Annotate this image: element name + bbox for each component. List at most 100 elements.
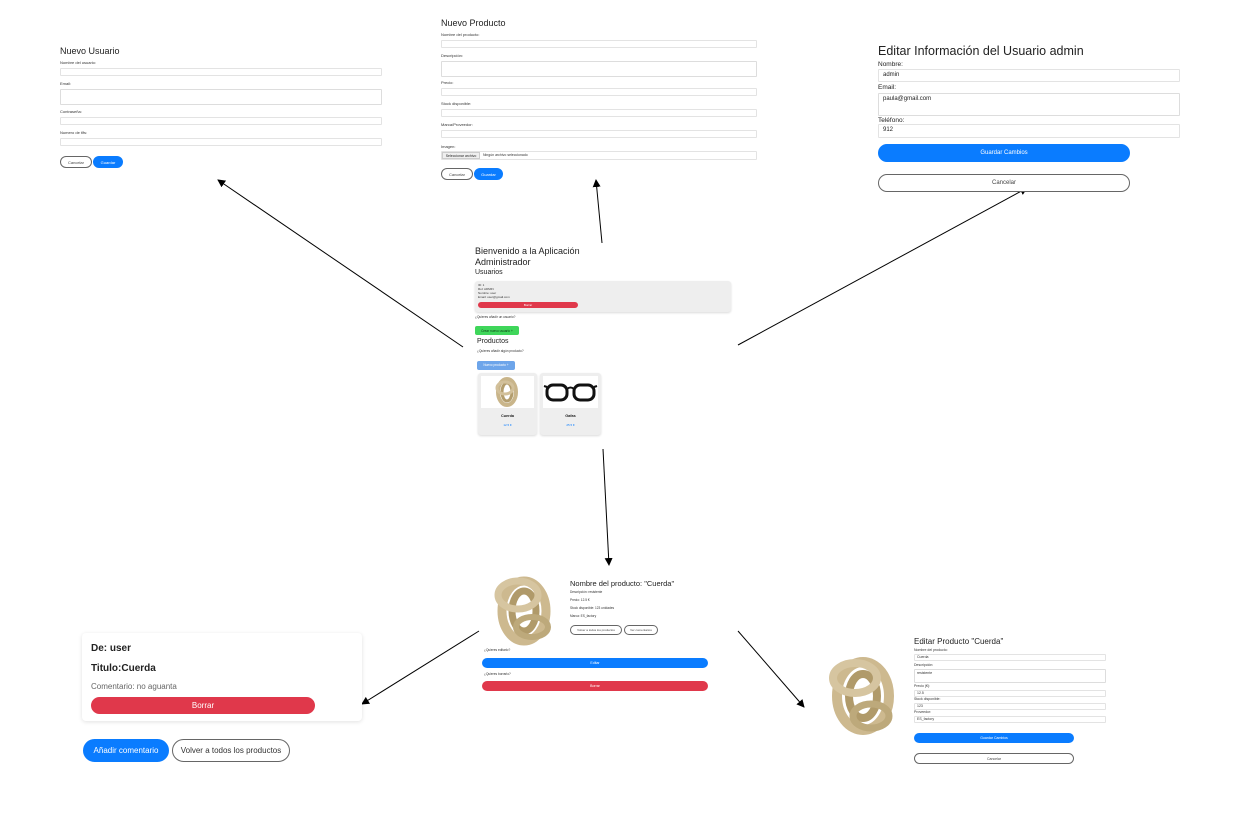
price-input[interactable]: [914, 690, 1106, 697]
product-name: Cuerda: [500, 414, 515, 418]
add-product-question: ¿Quieres añadir algún producto?: [477, 349, 524, 353]
rope-image: [829, 657, 894, 735]
brand-input[interactable]: [441, 130, 757, 138]
product-card[interactable]: Gafas 25.5 €: [540, 373, 601, 435]
description-textarea[interactable]: [441, 61, 757, 77]
product-image: [481, 376, 534, 408]
add-user-question: ¿Quieres añadir un usuario?: [475, 315, 516, 319]
cancel-button[interactable]: Cancelar: [914, 753, 1074, 764]
product-name-label: Nombre del producto:: [914, 648, 948, 652]
add-comment-button[interactable]: Añadir comentario: [83, 739, 169, 762]
page-title: Nuevo Usuario: [60, 46, 120, 56]
product-brand: Marca: ES_factory: [570, 614, 597, 618]
email-textarea[interactable]: [60, 89, 382, 105]
save-changes-button[interactable]: Guardar Cambios: [878, 144, 1130, 162]
page-title: Editar Información del Usuario admin: [878, 44, 1084, 58]
cancel-button[interactable]: Cancelar: [878, 174, 1130, 192]
cancel-button[interactable]: Cancelar: [60, 156, 92, 168]
stock-label: Stock disponible:: [914, 697, 941, 701]
username-input[interactable]: [60, 68, 382, 76]
price-label: Precio (€):: [914, 684, 931, 688]
product-stock: Stock disponible: 123 unidades: [570, 606, 615, 610]
phone-input[interactable]: [60, 138, 382, 146]
glasses-image: [543, 383, 598, 402]
product-price: Precio: 12.5 €: [570, 598, 590, 602]
arrow-to-new-user: [217, 179, 464, 348]
brand-value: ES_factory: [917, 717, 935, 721]
arrow-to-comments: [361, 630, 480, 705]
password-label: Contraseña:: [60, 109, 82, 114]
rope-image: [494, 576, 551, 646]
stock-input[interactable]: [914, 703, 1106, 710]
stock-value: 123: [917, 704, 923, 708]
delete-comment-button[interactable]: Borrar: [91, 697, 315, 714]
file-select-button[interactable]: Seleccionar archivo: [442, 152, 480, 159]
email-label: Email:: [60, 81, 72, 86]
product-description: Descripción: resistente: [570, 590, 603, 594]
brand-label: Marca/Proveedor:: [441, 122, 473, 127]
product-price: 12.5 €: [503, 423, 512, 427]
cancel-button[interactable]: Cancelar: [441, 168, 473, 180]
back-to-products-button[interactable]: Volver a todos los productos: [570, 625, 622, 635]
product-name-input[interactable]: [914, 654, 1106, 661]
stock-label: Stock disponible:: [441, 101, 472, 106]
save-button[interactable]: Guardar: [474, 168, 503, 180]
save-button[interactable]: Guardar: [93, 156, 123, 168]
name-input[interactable]: [878, 69, 1180, 82]
file-status: Ningún archivo seleccionado: [483, 153, 528, 157]
comment-card: De: user Titulo:Cuerda Comentario: no ag…: [82, 633, 362, 721]
user-card: ID: 1 Rol: ADMIN Nombre: user Email: use…: [475, 281, 731, 312]
images-label: Imagen:: [441, 144, 456, 149]
comment-text: Comentario: no aguanta: [91, 682, 177, 691]
arrow-to-new-product: [592, 179, 603, 244]
admin-home-screen: Bienvenido a la Aplicación Administrador…: [473, 244, 737, 438]
product-image: [817, 646, 909, 746]
arrow-to-edit-product: [737, 630, 805, 708]
username-label: Nombre del usuario:: [60, 60, 97, 65]
phone-input[interactable]: [878, 124, 1180, 138]
description-label: Descripción:: [914, 663, 934, 667]
back-to-products-button[interactable]: Volver a todos los productos: [172, 739, 290, 762]
user-email: Email: user@gmail.com: [478, 295, 510, 299]
phone-label: Numero de tlfs:: [60, 130, 88, 135]
edit-question: ¿Quieres editarlo?: [484, 648, 511, 652]
comment-title: Titulo:Cuerda: [91, 663, 156, 674]
password-input[interactable]: [60, 117, 382, 125]
add-product-button[interactable]: Nuevo producto +: [477, 361, 515, 370]
product-price: 25.5 €: [566, 423, 575, 427]
products-heading: Productos: [477, 338, 509, 345]
edit-user-screen: Editar Información del Usuario admin Nom…: [876, 42, 1186, 194]
arrow-to-product-detail: [602, 448, 613, 566]
description-textarea[interactable]: [914, 669, 1106, 683]
welcome-title-line2: Administrador: [475, 257, 531, 267]
product-card[interactable]: Cuerda 12.5 €: [478, 373, 537, 435]
delete-question: ¿Quieres borrarlo?: [484, 672, 511, 676]
product-image: [543, 376, 598, 408]
price-input[interactable]: [441, 88, 757, 96]
edit-button[interactable]: Editar: [482, 658, 708, 668]
rope-image: [495, 377, 518, 407]
brand-input[interactable]: [914, 716, 1106, 723]
comments-screen: De: user Titulo:Cuerda Comentario: no ag…: [80, 633, 364, 769]
users-heading: Usuarios: [475, 269, 503, 276]
stock-input[interactable]: [441, 109, 757, 117]
brand-label: Proveedor:: [914, 710, 932, 714]
create-user-button[interactable]: Crear nuevo usuario +: [475, 326, 519, 335]
comment-author: De: user: [91, 643, 132, 654]
new-user-screen: Nuevo Usuario Nombre del usuario: Email:…: [58, 44, 386, 174]
email-value: paula@gmail.com: [883, 96, 932, 102]
page-title: Editar Producto "Cuerda": [914, 637, 1004, 646]
delete-button[interactable]: Borrar: [482, 681, 708, 691]
price-value: 12.5: [917, 691, 924, 695]
name-value: admin: [883, 72, 900, 78]
view-comments-button[interactable]: Ver comentarios: [624, 625, 658, 635]
product-name-input[interactable]: [441, 40, 757, 48]
page-title: Nuevo Producto: [441, 18, 506, 28]
description-label: Descripción:: [441, 53, 464, 58]
phone-value: 912: [883, 127, 894, 133]
product-title: Nombre del producto: "Cuerda": [570, 579, 675, 588]
delete-user-button[interactable]: Borrar: [478, 302, 578, 308]
welcome-title-line1: Bienvenido a la Aplicación: [475, 246, 580, 256]
save-changes-button[interactable]: Guardar Cambios: [914, 733, 1074, 743]
product-detail-screen: Nombre del producto: "Cuerda" Descripció…: [478, 565, 714, 693]
